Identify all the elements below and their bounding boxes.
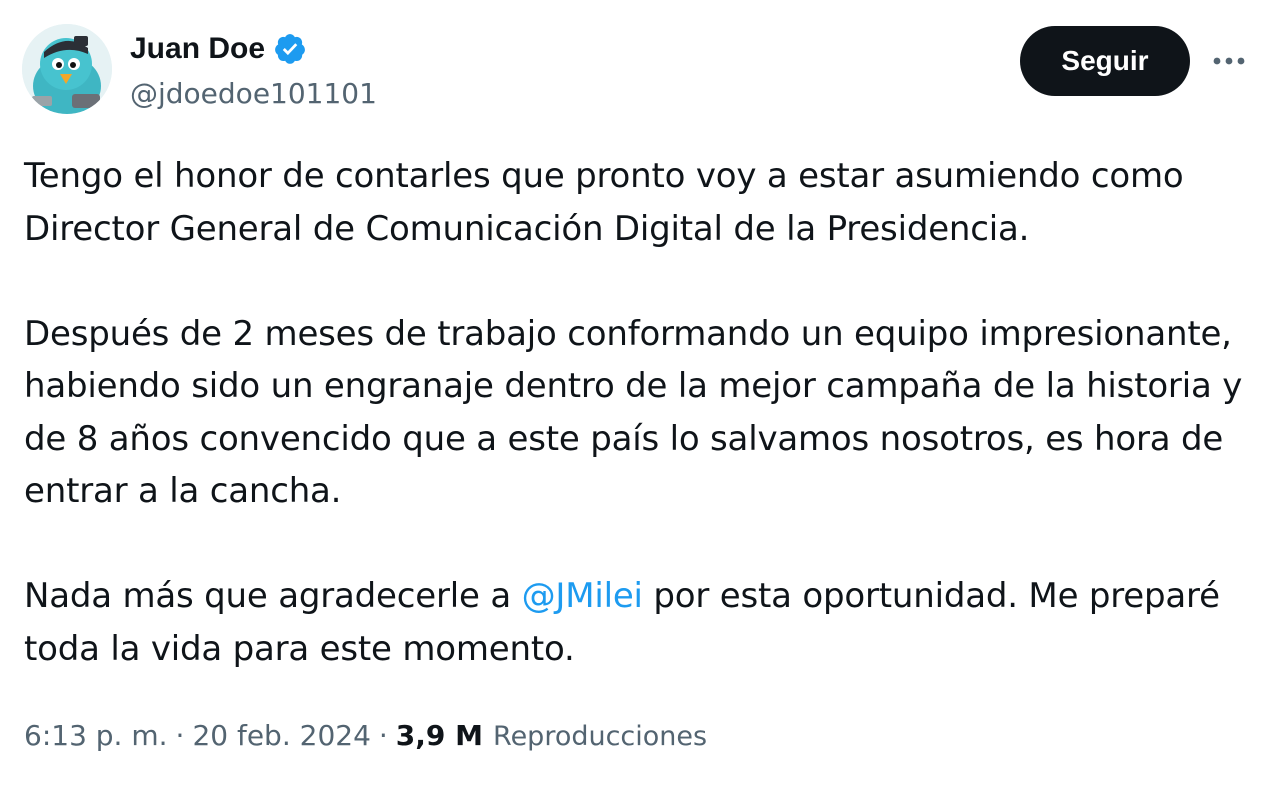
tweet-date[interactable]: 20 feb. 2024 (192, 716, 370, 756)
tweet-card: Juan Doe @jdoedoe101101 Seguir Tengo el … (0, 0, 1280, 796)
verified-badge-icon (273, 32, 307, 66)
views-label: Reproducciones (493, 721, 708, 752)
more-options-button[interactable] (1206, 44, 1252, 78)
user-handle[interactable]: @jdoedoe101101 (130, 76, 377, 112)
tweet-paragraph-2: Después de 2 meses de trabajo conformand… (24, 313, 1243, 512)
follow-button[interactable]: Seguir (1020, 26, 1190, 96)
views-count: 3,9 M (395, 719, 484, 752)
more-horizontal-icon (1213, 57, 1245, 65)
name-row: Juan Doe (130, 28, 307, 70)
display-name[interactable]: Juan Doe (130, 28, 265, 70)
meta-separator-2: · (378, 719, 388, 752)
meta-separator: · (175, 719, 185, 752)
tweet-paragraph-3: Nada más que agradecerle a @JMilei por e… (24, 570, 1264, 675)
tweet-meta: 6:13 p. m. · 20 feb. 2024 · 3,9 M Reprod… (24, 716, 707, 757)
avatar[interactable] (22, 24, 112, 114)
mention-link[interactable]: @JMilei (522, 576, 643, 616)
tweet-text: Tengo el honor de contarles que pronto v… (24, 150, 1264, 675)
tweet-paragraph-1: Tengo el honor de contarles que pronto v… (24, 156, 1184, 249)
avatar-image (22, 24, 112, 114)
tweet-paragraph-3-start: Nada más que agradecerle a (24, 576, 522, 616)
tweet-time[interactable]: 6:13 p. m. (24, 716, 168, 756)
